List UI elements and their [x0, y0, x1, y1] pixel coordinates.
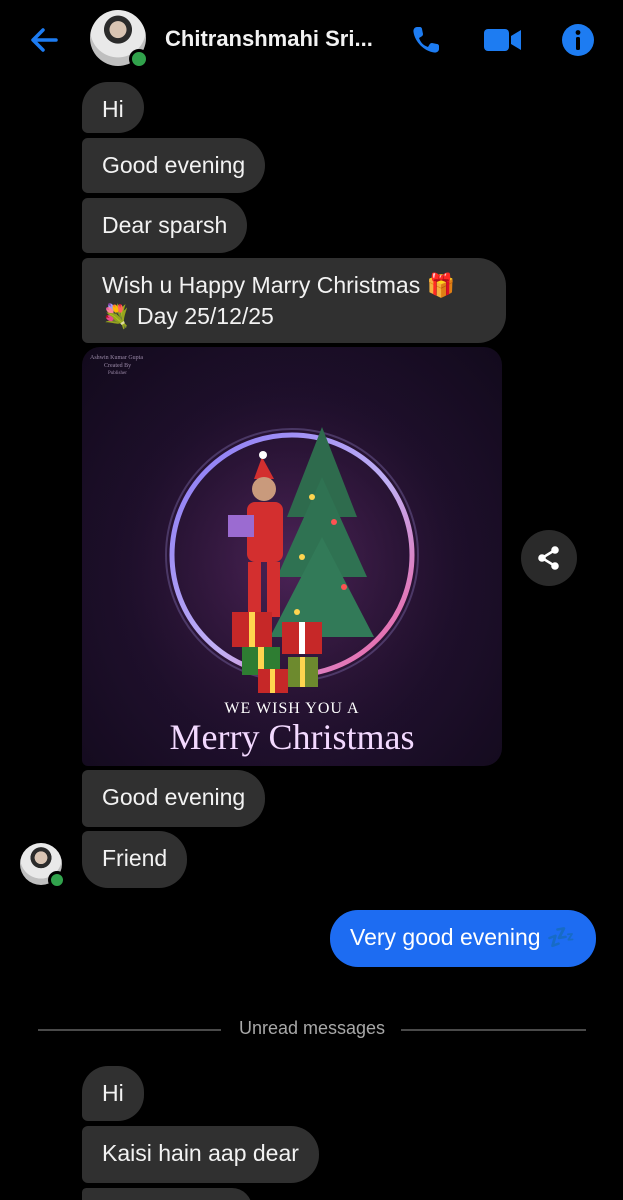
message-text-line: 💐 Day 25/12/25: [102, 303, 274, 329]
christmas-greeting-image: Ashwin Kumar Gupta Created By Publisher: [82, 347, 502, 766]
message-bubble[interactable]: Hi: [82, 1066, 144, 1121]
watermark-text: Created By: [104, 363, 131, 369]
sender-avatar[interactable]: [20, 843, 66, 889]
message-bubble[interactable]: Wish u Happy Marry Christmas 🎁 💐 Day 25/…: [82, 258, 506, 343]
chat-header: Chitranshmahi Sri...: [0, 0, 623, 80]
message-bubble[interactable]: Good evening: [82, 138, 266, 193]
online-status-dot: [129, 49, 149, 69]
message-bubble[interactable]: Good evening: [82, 770, 266, 827]
video-camera-icon: [484, 29, 521, 51]
video-call-button[interactable]: [482, 20, 522, 60]
watermark-text: Ashwin Kumar Gupta: [90, 355, 143, 361]
message-bubble[interactable]: Kaisi hain aap dear: [82, 1126, 319, 1183]
message-bubble[interactable]: Friend: [82, 831, 188, 888]
message-bubble-partial[interactable]: [82, 1188, 252, 1200]
chat-screen: Chitranshmahi Sri... Hi Good evening Dea…: [0, 0, 623, 1200]
message-bubble[interactable]: Hi: [82, 82, 144, 133]
message-text-line: Wish u Happy Marry Christmas 🎁: [102, 272, 456, 298]
phone-icon: [413, 27, 439, 53]
info-button[interactable]: [558, 20, 598, 60]
online-status-dot: [48, 871, 66, 889]
contact-name[interactable]: Chitranshmahi Sri...: [165, 26, 390, 52]
image-message[interactable]: Ashwin Kumar Gupta Created By Publisher: [82, 347, 502, 766]
info-icon: [562, 24, 594, 56]
unread-messages-divider: Unread messages: [38, 1018, 586, 1042]
greeting-line-1: WE WISH YOU A: [224, 700, 359, 717]
watermark-text: Publisher: [108, 371, 127, 376]
contact-avatar[interactable]: [90, 10, 149, 69]
greeting-line-2: Merry Christmas: [170, 717, 415, 757]
share-icon: [538, 546, 559, 570]
back-button[interactable]: [24, 20, 64, 60]
sent-message-bubble[interactable]: Very good evening 💤: [330, 910, 596, 967]
message-bubble[interactable]: Dear sparsh: [82, 198, 248, 253]
call-button[interactable]: [406, 20, 446, 60]
share-button[interactable]: [521, 530, 577, 586]
divider-line: [401, 1029, 586, 1031]
arrow-left-icon: [31, 28, 58, 52]
